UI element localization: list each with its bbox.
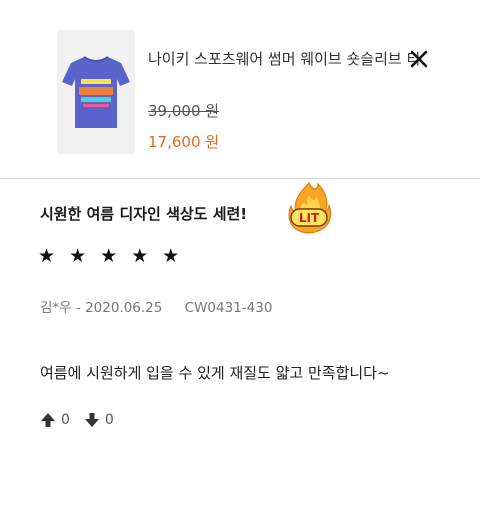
review-date: 2020.06.25 — [85, 300, 163, 316]
lit-badge-text: LIT — [299, 211, 320, 225]
meta-separator: - — [75, 300, 86, 316]
product-name[interactable]: 나이키 스포츠웨어 썸머 웨이브 숏슬리브 티 — [148, 46, 448, 72]
section-divider — [0, 178, 480, 179]
upvote-count: 0 — [61, 412, 70, 428]
lit-fire-icon: LIT — [285, 181, 333, 235]
upvote-button[interactable]: 0 — [40, 412, 70, 428]
sale-price: 17,600 원 — [148, 133, 220, 151]
arrow-up-icon — [41, 413, 55, 427]
review-body: 여름에 시원하게 입을 수 있게 재질도 얇고 만족합니다~ — [40, 364, 390, 382]
review-votes: 0 0 — [40, 409, 128, 431]
product-code: CW0431-430 — [184, 300, 273, 316]
downvote-button[interactable]: 0 — [84, 412, 114, 428]
review-title: 시원한 여름 디자인 색상도 세련! — [40, 205, 248, 223]
star-rating: ★ ★ ★ ★ ★ — [38, 245, 184, 267]
product-summary: 나이키 스포츠웨어 썸머 웨이브 숏슬리브 티 39,000 원 17,600 … — [0, 0, 480, 178]
downvote-count: 0 — [104, 412, 114, 428]
close-icon[interactable] — [409, 49, 429, 69]
review-author: 김*우 — [40, 300, 72, 316]
original-price: 39,000 원 — [148, 102, 220, 120]
review-meta: 김*우 - 2020.06.25 CW0431-430 — [40, 299, 272, 317]
arrow-down-icon — [84, 413, 99, 427]
product-image[interactable] — [57, 30, 135, 154]
